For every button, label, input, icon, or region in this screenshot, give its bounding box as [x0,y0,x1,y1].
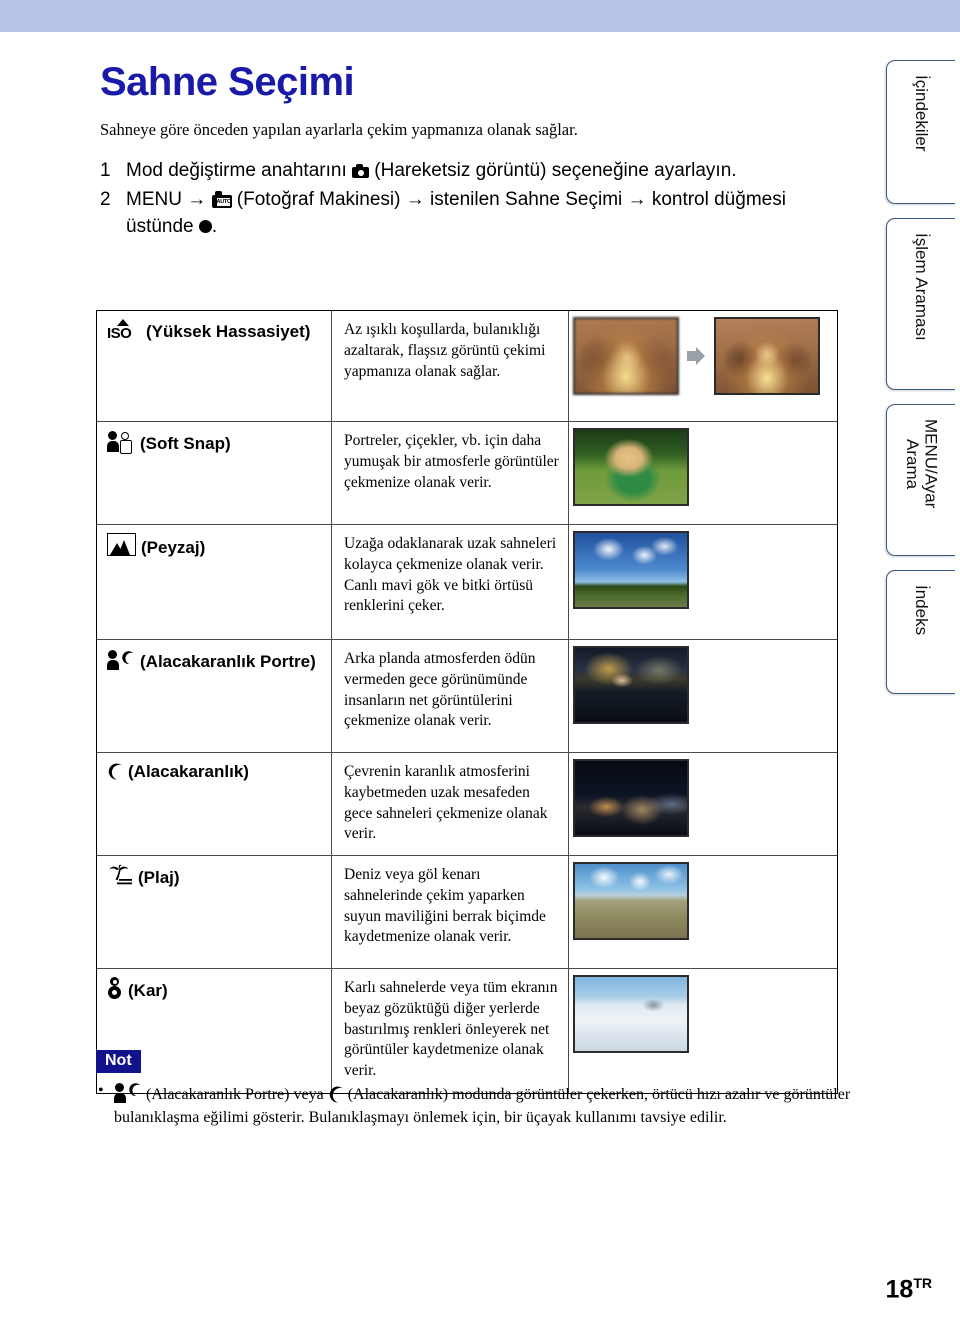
menu-keyword: MENU [126,188,182,210]
page-number-suffix: TR [913,1274,932,1291]
scene-desc-cell-3: Arka planda atmosferden ödün vermeden ge… [331,639,569,753]
step-1-text-before: Mod değiştirme anahtarını [126,160,347,181]
note-text: • (Alacakaranlık Portre) veya (Alacakara… [96,1081,856,1129]
scene-description-0: Az ışıklı koşullarda, bulanıklığı azalta… [344,321,546,380]
table-row: (Alacakaranlık) Çevrenin karanlık atmosf… [97,752,837,856]
step-2: 2 MENU → AUTO (Fotoğraf Makinesi) → iste… [100,187,840,241]
thumbnail-landscape [573,531,689,609]
table-row: (Alacakaranlık Portre) Arka planda atmos… [97,639,837,753]
scene-description-3: Arka planda atmosferden ödün vermeden ge… [344,650,536,730]
scene-label-6: (Kar) [128,981,168,1000]
thumbnail-soft-snap [573,428,689,506]
table-row: (Peyzaj) Uzağa odaklanarak uzak sahneler… [97,524,837,640]
scene-thumb-cell-4 [568,752,837,856]
thumbnail-beach [573,862,689,940]
landscape-mountains-icon [107,533,136,561]
step-2-part3: istenilen Sahne Seçimi [430,188,623,210]
note-bullet: • [98,1082,104,1099]
scene-thumb-cell-3 [568,639,837,753]
thumbnail-twilight-night [573,759,689,837]
table-row: (Soft Snap) Portreler, çiçekler, vb. içi… [97,421,837,525]
soft-snap-people-icon [107,430,135,457]
page-title: Sahne Seçimi [100,60,355,104]
scene-selection-table: ISO (Yüksek Hassasiyet) Az ışıklı koşull… [96,310,838,1094]
camera-auto-icon: AUTO [211,190,232,208]
note-text-part-1: (Alacakaranlık Portre) veya [146,1086,324,1103]
control-button-center-icon [198,219,212,233]
scene-icon-cell-2: (Peyzaj) [97,524,332,640]
note-section: Not • (Alacakaranlık Portre) veya (Alaca… [96,1050,856,1129]
still-image-camera-icon [352,164,370,178]
arrow-right-icon-transform [687,346,706,366]
scene-desc-cell-1: Portreler, çiçekler, vb. için daha yumuş… [331,421,569,525]
scene-description-1: Portreler, çiçekler, vb. için daha yumuş… [344,432,559,491]
step-2-number: 2 [100,188,111,210]
side-tab-navigation: İçindekiler İşlem Araması MENU/Ayar Aram… [886,60,960,708]
scene-icon-cell-1: (Soft Snap) [97,421,332,525]
page-number-value: 18 [885,1275,914,1303]
scene-icon-cell-0: ISO (Yüksek Hassasiyet) [97,311,332,422]
arrow-right-icon-3: → [627,188,647,210]
thumbnail-before-blurry [573,317,679,395]
step-2-period: . [211,215,218,237]
twilight-portrait-icon-inline [114,1081,142,1103]
twilight-moon-icon-inline [328,1085,344,1103]
sidebar-tab-index[interactable]: İndeks [886,570,955,694]
scene-description-4: Çevrenin karanlık atmosferini kaybetmede… [344,763,548,843]
scene-thumb-cell-0 [568,311,837,422]
table-row: ISO (Yüksek Hassasiyet) Az ışıklı koşull… [97,311,837,422]
scene-label-0: (Yüksek Hassasiyet) [146,322,311,341]
scene-thumb-cell-5 [568,855,837,969]
thumbnail-after-sharp [713,317,820,395]
iso-high-sensitivity-icon: ISO [107,319,141,345]
document-page: Sahne Seçimi Sahneye göre önceden yapıla… [0,32,960,1326]
scene-label-3: (Alacakaranlık Portre) [140,652,316,671]
top-color-band [0,0,960,32]
step-1: 1 Mod değiştirme anahtarını (Hareketsiz … [100,158,840,185]
step-2-part2: (Fotoğraf Makinesi) [236,188,401,210]
arrow-right-icon-1: → [187,188,207,210]
step-1-text-after: (Hareketsiz görüntü) seçeneğine ayarlayı… [374,160,737,181]
sidebar-tab-contents[interactable]: İçindekiler [886,60,955,204]
scene-label-5: (Plaj) [138,868,180,887]
sidebar-tab-operation-search[interactable]: İşlem Araması [886,218,955,390]
scene-thumb-cell-1 [568,421,837,525]
scene-thumb-cell-2 [568,524,837,640]
scene-label-2: (Peyzaj) [141,538,206,557]
scene-description-5: Deniz veya göl kenarı sahnelerinde çekim… [344,866,546,946]
scene-desc-cell-4: Çevrenin karanlık atmosferini kaybetmede… [331,752,569,856]
sidebar-tab-menu-settings-search[interactable]: MENU/Ayar Arama [886,404,955,556]
scene-description-2: Uzağa odaklanarak uzak sahneleri kolayca… [344,535,557,615]
sidebar-tab-operation-search-label: İşlem Araması [912,233,932,341]
sidebar-tab-contents-label: İçindekiler [912,75,932,152]
thumbnail-twilight-portrait [573,646,689,724]
sidebar-tab-menu-settings-search-label: MENU/Ayar Arama [903,419,941,509]
scene-desc-cell-2: Uzağa odaklanarak uzak sahneleri kolayca… [331,524,569,640]
snow-snowman-icon [107,977,123,1004]
scene-icon-cell-3: (Alacakaranlık Portre) [97,639,332,753]
scene-desc-cell-5: Deniz veya göl kenarı sahnelerinde çekim… [331,855,569,969]
table-row: (Plaj) Deniz veya göl kenarı sahnelerind… [97,855,837,969]
thumbnail-snow [573,975,689,1053]
scene-label-4: (Alacakaranlık) [128,762,249,781]
sidebar-tab-index-label: İndeks [912,585,932,636]
scene-icon-cell-4: (Alacakaranlık) [97,752,332,856]
arrow-right-icon-2: → [405,188,425,210]
twilight-portrait-icon [107,648,135,675]
note-label: Not [96,1050,141,1073]
page-number: 18TR [886,1275,932,1304]
scene-label-1: (Soft Snap) [140,434,231,453]
steps-list: 1 Mod değiştirme anahtarını (Hareketsiz … [100,158,840,243]
scene-icon-cell-5: (Plaj) [97,855,332,969]
step-1-number: 1 [100,160,111,181]
intro-paragraph: Sahneye göre önceden yapılan ayarlarla ç… [100,120,578,139]
beach-palm-icon [107,864,133,891]
twilight-moon-icon [107,762,123,785]
scene-desc-cell-0: Az ışıklı koşullarda, bulanıklığı azalta… [331,311,569,422]
